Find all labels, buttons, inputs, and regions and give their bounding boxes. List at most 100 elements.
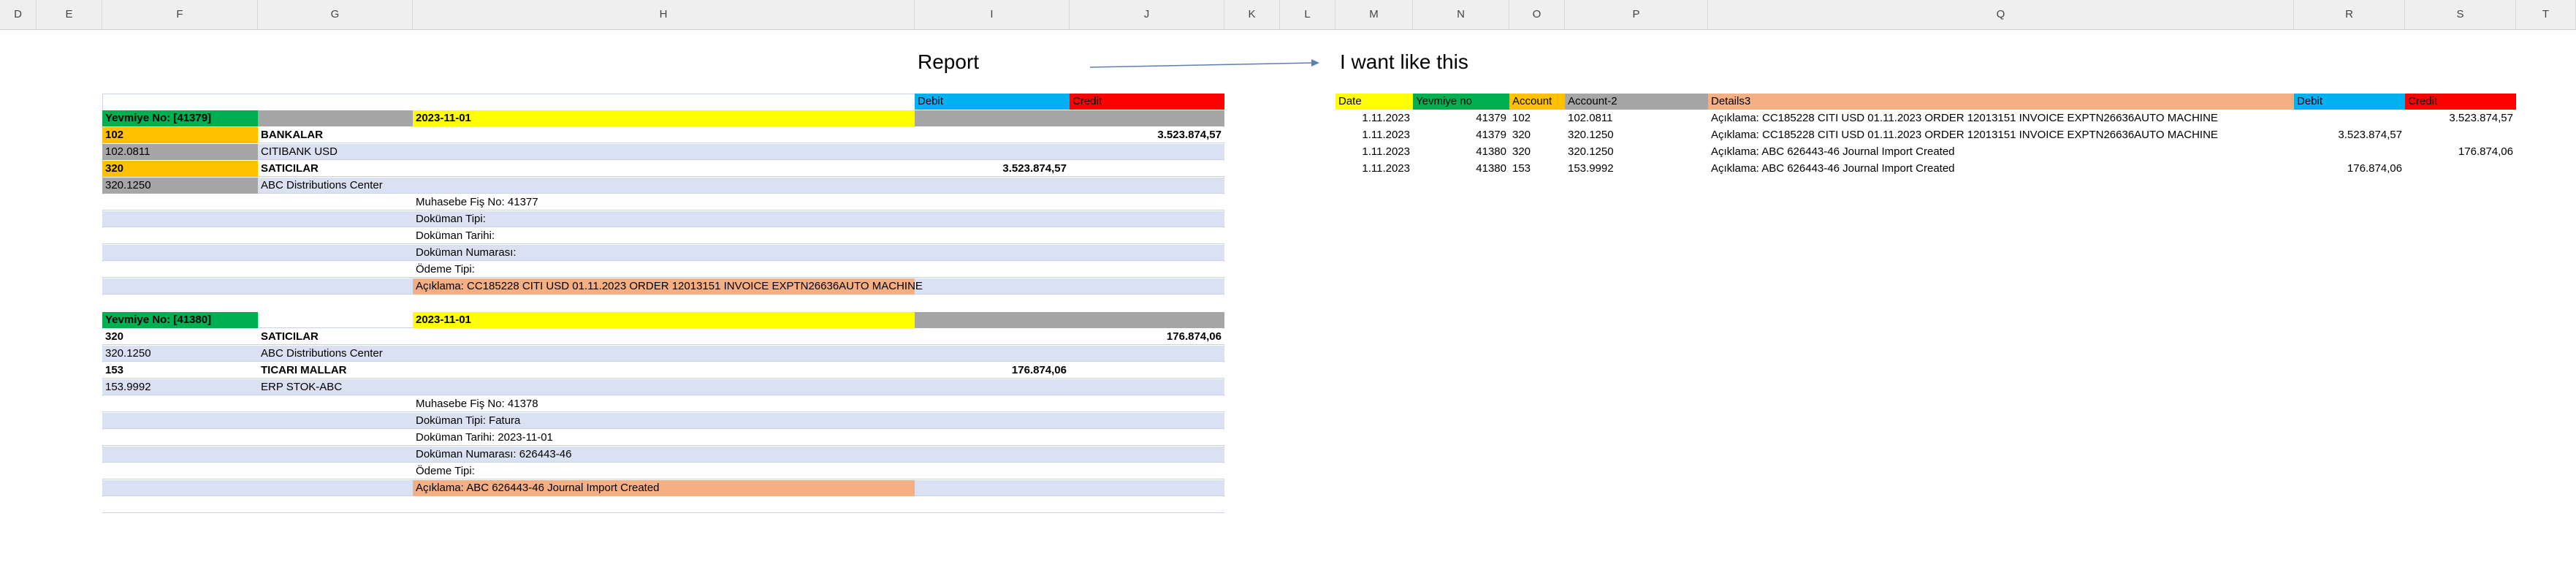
target-header-account2[interactable]: Account-2 [1565, 94, 1708, 110]
block1-detail-fis[interactable]: Muhasebe Fiş No: 41377 [413, 194, 915, 210]
target-cell-account2[interactable]: 102.0811 [1565, 110, 1708, 126]
block1-gray-cell[interactable] [258, 110, 413, 126]
target-cell-account[interactable]: 153 [1509, 161, 1565, 177]
col-header-t[interactable]: T [2516, 0, 2576, 29]
block1-line3-name[interactable]: SATICILAR [258, 161, 413, 177]
target-cell-details[interactable]: Açıklama: ABC 626443-46 Journal Import C… [1708, 161, 2294, 177]
target-cell-date[interactable]: 1.11.2023 [1335, 144, 1413, 160]
block2-detail-tarih[interactable]: Doküman Tarihi: 2023-11-01 [413, 430, 915, 446]
block1-line1-credit[interactable]: 3.523.874,57 [1070, 127, 1224, 143]
target-cell-credit[interactable]: 3.523.874,57 [2405, 110, 2516, 126]
block2-blank-cell[interactable] [258, 312, 413, 328]
block2-detail-odeme[interactable]: Ödeme Tipi: [413, 463, 915, 479]
target-cell-yevmiye[interactable]: 41379 [1413, 110, 1509, 126]
block1-line3-code[interactable]: 320 [102, 161, 258, 177]
report-header-debit[interactable]: Debit [915, 94, 1070, 110]
block1-aciklama[interactable]: Açıklama: CC185228 CITI USD 01.11.2023 O… [413, 278, 968, 295]
block1-yevmiye-no[interactable]: Yevmiye No: [41379] [102, 110, 258, 126]
target-cell-debit[interactable] [2294, 144, 2405, 160]
col-header-i[interactable]: I [915, 0, 1070, 29]
col-header-g[interactable]: G [258, 0, 413, 29]
block2-detail-fis[interactable]: Muhasebe Fiş No: 41378 [413, 396, 915, 412]
block2-line1-code[interactable]: 320 [102, 329, 258, 345]
block1-line4-code[interactable]: 320.1250 [102, 178, 258, 194]
target-cell-account2[interactable]: 320.1250 [1565, 127, 1708, 143]
col-header-l[interactable]: L [1280, 0, 1335, 29]
block1-detail-tip[interactable]: Doküman Tipi: [413, 211, 915, 227]
block1-detail-odeme[interactable]: Ödeme Tipi: [413, 262, 915, 278]
col-header-k[interactable]: K [1224, 0, 1280, 29]
target-cell-account[interactable]: 320 [1509, 144, 1565, 160]
target-cell-credit[interactable]: 176.874,06 [2405, 144, 2516, 160]
target-cell-date[interactable]: 1.11.2023 [1335, 127, 1413, 143]
target-cell-yevmiye[interactable]: 41379 [1413, 127, 1509, 143]
target-cell-credit[interactable] [2405, 161, 2516, 177]
target-cell-details[interactable]: Açıklama: CC185228 CITI USD 01.11.2023 O… [1708, 127, 2294, 143]
block1-gray-tail[interactable] [915, 110, 1224, 126]
col-header-f[interactable]: F [102, 0, 258, 29]
target-header-debit[interactable]: Debit [2294, 94, 2405, 110]
col-header-q[interactable]: Q [1708, 0, 2294, 29]
col-header-m[interactable]: M [1335, 0, 1413, 29]
block2-line2-name[interactable]: ABC Distributions Center [258, 346, 413, 362]
target-header-account[interactable]: Account [1509, 94, 1565, 110]
block2-date[interactable]: 2023-11-01 [413, 312, 915, 328]
target-cell-yevmiye[interactable]: 41380 [1413, 144, 1509, 160]
target-header-credit[interactable]: Credit [2405, 94, 2516, 110]
target-cell-debit[interactable] [2294, 110, 2405, 126]
block1-date[interactable]: 2023-11-01 [413, 110, 915, 126]
col-header-j[interactable]: J [1070, 0, 1224, 29]
block1-line4-name[interactable]: ABC Distributions Center [258, 178, 413, 194]
block2-aciklama[interactable]: Açıklama: ABC 626443-46 Journal Import C… [413, 480, 915, 496]
block1-line3-debit[interactable]: 3.523.874,57 [915, 161, 1070, 177]
target-cell-account[interactable]: 102 [1509, 110, 1565, 126]
target-cell-account2[interactable]: 153.9992 [1565, 161, 1708, 177]
col-header-h[interactable]: H [413, 0, 915, 29]
block1-detail-numara[interactable]: Doküman Numarası: [413, 245, 915, 261]
report-header-credit[interactable]: Credit [1070, 94, 1224, 110]
block2-line3-code[interactable]: 153 [102, 362, 258, 379]
target-title: I want like this [1340, 50, 1468, 73]
block1-line2-name[interactable]: CITIBANK USD [258, 144, 413, 160]
target-cell-account2[interactable]: 320.1250 [1565, 144, 1708, 160]
report-title: Report [918, 50, 980, 73]
target-cell-debit[interactable]: 176.874,06 [2294, 161, 2405, 177]
block2-line1-credit[interactable]: 176.874,06 [1070, 329, 1224, 345]
block2-line4-name[interactable]: ERP STOK-ABC [258, 379, 413, 395]
block1-detail-tarih[interactable]: Doküman Tarihi: [413, 228, 915, 244]
target-header-date[interactable]: Date [1335, 94, 1413, 110]
col-header-d[interactable]: D [0, 0, 37, 29]
target-cell-account[interactable]: 320 [1509, 127, 1565, 143]
block2-line1-name[interactable]: SATICILAR [258, 329, 413, 345]
block2-line2-code[interactable]: 320.1250 [102, 346, 258, 362]
block1-line1-name[interactable]: BANKALAR [258, 127, 413, 143]
col-header-o[interactable]: O [1509, 0, 1565, 29]
target-cell-credit[interactable] [2405, 127, 2516, 143]
block2-yevmiye-no[interactable]: Yevmiye No: [41380] [102, 312, 258, 328]
table-row [102, 497, 1224, 513]
target-cell-date[interactable]: 1.11.2023 [1335, 110, 1413, 126]
column-header-bar: D E F G H I J K L M N O P Q R S T [0, 0, 2576, 30]
target-cell-date[interactable]: 1.11.2023 [1335, 161, 1413, 177]
target-cell-details[interactable]: Açıklama: ABC 626443-46 Journal Import C… [1708, 144, 2294, 160]
col-header-p[interactable]: P [1565, 0, 1708, 29]
col-header-n[interactable]: N [1413, 0, 1509, 29]
target-cell-details[interactable]: Açıklama: CC185228 CITI USD 01.11.2023 O… [1708, 110, 2294, 126]
spacer-row [102, 295, 1224, 312]
target-cell-yevmiye[interactable]: 41380 [1413, 161, 1509, 177]
col-header-s[interactable]: S [2405, 0, 2516, 29]
col-header-e[interactable]: E [37, 0, 102, 29]
target-cell-debit[interactable]: 3.523.874,57 [2294, 127, 2405, 143]
block2-detail-tip[interactable]: Doküman Tipi: Fatura [413, 413, 915, 429]
arrow-right-icon [1089, 59, 1319, 68]
col-header-r[interactable]: R [2294, 0, 2405, 29]
block2-line3-name[interactable]: TICARI MALLAR [258, 362, 413, 379]
block1-line2-code[interactable]: 102.0811 [102, 144, 258, 160]
target-header-yevmiye[interactable]: Yevmiye no [1413, 94, 1509, 110]
block2-line3-debit[interactable]: 176.874,06 [915, 362, 1070, 379]
target-header-details3[interactable]: Details3 [1708, 94, 2294, 110]
block2-line4-code[interactable]: 153.9992 [102, 379, 258, 395]
block2-detail-numara[interactable]: Doküman Numarası: 626443-46 [413, 447, 915, 463]
block2-gray-tail[interactable] [915, 312, 1224, 328]
block1-line1-code[interactable]: 102 [102, 127, 258, 143]
